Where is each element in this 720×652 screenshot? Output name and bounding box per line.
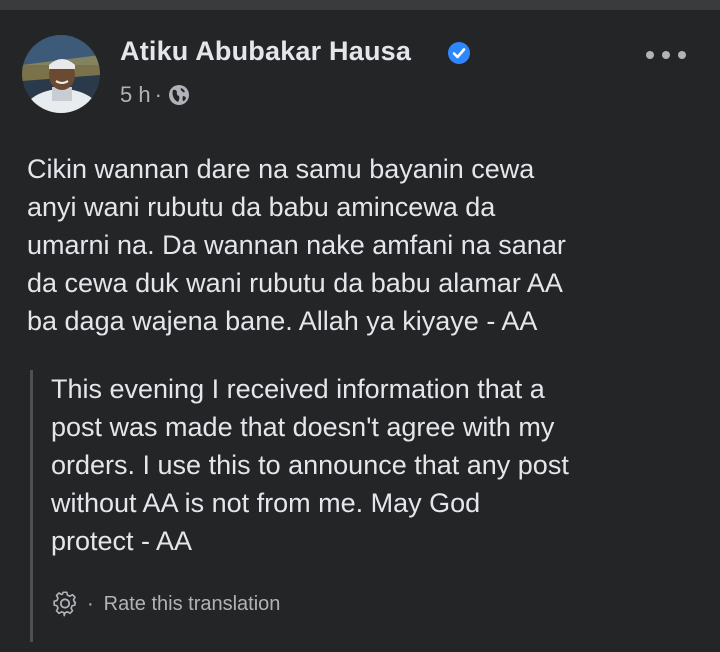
top-divider-strip — [0, 0, 720, 10]
post-body-text: Cikin wannan dare na samu bayanin cewa a… — [27, 154, 566, 336]
translation-text: This evening I received information that… — [51, 374, 569, 556]
avatar-image — [22, 35, 100, 113]
more-dot-icon — [662, 51, 670, 59]
rate-translation-row: · Rate this translation — [51, 590, 280, 618]
verified-badge-icon — [448, 42, 470, 64]
more-dot-icon — [678, 51, 686, 59]
author-name[interactable]: Atiku Abubakar Hausa — [120, 36, 411, 67]
avatar[interactable] — [22, 35, 100, 113]
post-card: Atiku Abubakar Hausa 5 h · Cikin wannan … — [0, 10, 720, 652]
more-dot-icon — [646, 51, 654, 59]
rate-translation-link[interactable]: Rate this translation — [104, 593, 281, 616]
rate-separator: · — [87, 592, 94, 615]
post-timestamp[interactable]: 5 h — [120, 82, 151, 108]
more-options-button[interactable] — [646, 45, 686, 65]
globe-icon[interactable] — [168, 84, 190, 106]
meta-separator: · — [154, 82, 162, 107]
translation-block: This evening I received information that… — [30, 370, 693, 642]
post-meta: 5 h · — [120, 82, 190, 108]
gear-icon[interactable] — [51, 590, 79, 618]
